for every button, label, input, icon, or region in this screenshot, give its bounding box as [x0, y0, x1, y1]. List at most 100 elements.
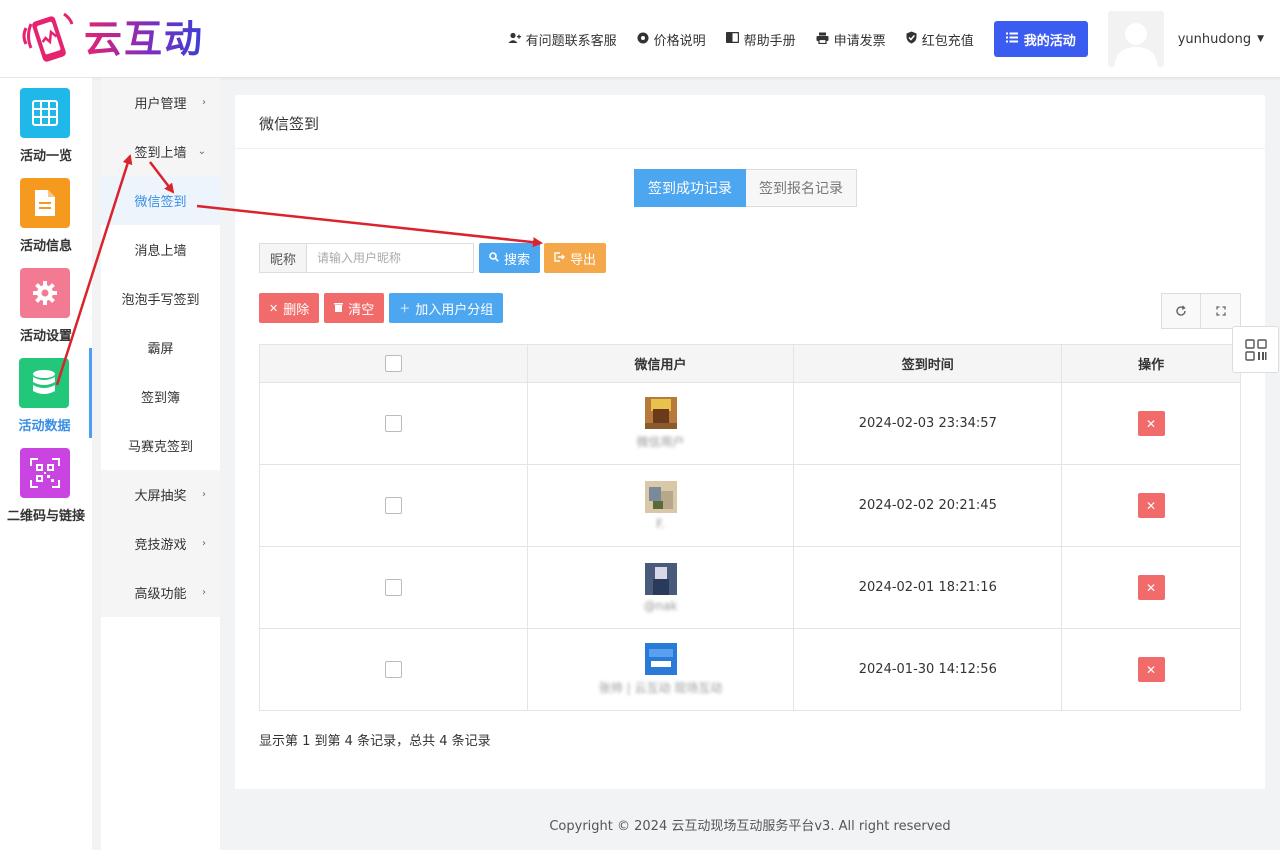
logo[interactable]: 云互动	[20, 10, 204, 68]
submenu-mosaic-signin[interactable]: 马赛克签到	[101, 421, 220, 470]
submenu-message-wall[interactable]: 消息上墙	[101, 225, 220, 274]
book-icon	[725, 31, 739, 46]
time-cell: 2024-02-03 23:34:57	[793, 382, 1063, 465]
user-nickname: @nak	[643, 598, 678, 613]
sidebar-item-activity-info[interactable]: 活动信息	[0, 168, 92, 258]
my-activity-button[interactable]: 我的活动	[993, 21, 1088, 57]
clear-button[interactable]: 清空	[324, 293, 385, 323]
refresh-button[interactable]	[1161, 293, 1201, 329]
action-cell: ✕	[1061, 546, 1241, 629]
list-icon	[1005, 32, 1018, 47]
username-label: yunhudong	[1177, 31, 1252, 47]
add-to-group-button[interactable]: ＋ 加入用户分组	[389, 293, 504, 323]
logo-text: 云互动	[84, 17, 205, 61]
table-header-row: 微信用户 签到时间 操作	[259, 344, 1241, 383]
action-cell: ✕	[1061, 628, 1241, 711]
submenu-label: 高级功能	[134, 587, 187, 602]
user-cell: @nak	[526, 546, 795, 629]
column-header: 微信用户	[526, 344, 795, 383]
table-toolbar: ✕ 删除 清空 ＋ 加入用户分组	[259, 293, 508, 323]
action-cell: ✕	[1061, 464, 1241, 547]
plus-icon: ＋	[399, 302, 411, 315]
sidebar-item-label: 活动一览	[19, 149, 72, 164]
row-checkbox[interactable]	[384, 497, 402, 514]
export-button[interactable]: 导出	[544, 243, 607, 273]
tab-signup-records[interactable]: 签到报名记录	[746, 169, 857, 207]
fullscreen-button[interactable]	[1201, 293, 1241, 329]
search-bar: 昵称 搜索 导出	[259, 243, 607, 273]
row-delete-button[interactable]: ✕	[1137, 411, 1165, 436]
avatar[interactable]	[1107, 11, 1164, 67]
sidebar-item-qrcode-links[interactable]: 二维码与链接	[0, 438, 92, 528]
submenu-label: 签到上墙	[134, 146, 187, 161]
nickname-input[interactable]	[307, 243, 475, 273]
time-cell: 2024-01-30 14:12:56	[793, 628, 1063, 711]
row-checkbox[interactable]	[384, 579, 402, 596]
trash-icon	[334, 302, 344, 315]
table-row: F. 2024-02-02 20:21:45 ✕	[259, 464, 1241, 547]
user-avatar	[644, 562, 677, 595]
submenu-games[interactable]: 竞技游戏 ›	[101, 519, 220, 568]
clear-button-label: 清空	[348, 302, 375, 318]
nav-contact-support[interactable]: 有问题联系客服	[508, 30, 617, 49]
user-nickname: F.	[656, 516, 665, 531]
nav-apply-invoice[interactable]: 申请发票	[816, 30, 886, 49]
delete-button[interactable]: ✕ 删除	[259, 293, 320, 323]
submenu-wechat-signin[interactable]: 微信签到	[101, 176, 220, 225]
row-checkbox[interactable]	[384, 415, 402, 432]
submenu-label: 签到簿	[140, 391, 180, 406]
search-button[interactable]: 搜索	[479, 243, 541, 273]
chevron-right-icon: ›	[202, 97, 206, 108]
submenu-lottery[interactable]: 大屏抽奖 ›	[101, 470, 220, 519]
sub-sidebar: 用户管理 › 签到上墙 ⌄ 微信签到 消息上墙 泡泡手写签到 霸屏 签到簿 马赛克签…	[101, 78, 220, 850]
sidebar-item-activity-settings[interactable]: 活动设置	[0, 258, 92, 348]
table-tools	[1161, 293, 1241, 329]
my-activity-label: 我的活动	[1023, 33, 1076, 49]
user-cell: 张帅 | 云互动 现场互动	[526, 628, 795, 711]
tab-signin-success[interactable]: 签到成功记录	[634, 169, 746, 207]
submenu-user-management[interactable]: 用户管理 ›	[101, 78, 220, 127]
sidebar-item-activity-data[interactable]: 活动数据	[0, 348, 92, 438]
nav-label: 申请发票	[833, 33, 886, 49]
table-row: @nak 2024-02-01 18:21:16 ✕	[259, 546, 1241, 629]
document-icon	[20, 178, 70, 228]
submenu-signin-wall[interactable]: 签到上墙 ⌄	[101, 127, 220, 176]
nav-pricing[interactable]: 价格说明	[637, 30, 706, 49]
sidebar-item-activity-overview[interactable]: 活动一览	[0, 78, 92, 168]
submenu-label: 竞技游戏	[134, 538, 187, 553]
row-delete-button[interactable]: ✕	[1137, 493, 1165, 518]
time-cell: 2024-02-02 20:21:45	[793, 464, 1063, 547]
column-header: 签到时间	[793, 344, 1063, 383]
submenu-label: 泡泡手写签到	[121, 293, 200, 308]
row-checkbox[interactable]	[384, 661, 402, 678]
floating-qrcode-button[interactable]	[1232, 326, 1279, 373]
user-menu[interactable]: yunhudong ▼	[1178, 32, 1264, 47]
sidebar-item-label: 活动信息	[19, 239, 72, 254]
user-nickname: 微信用户	[636, 435, 685, 449]
record-tabs: 签到成功记录 签到报名记录	[634, 169, 857, 207]
checkbox-cell	[259, 546, 528, 629]
submenu-advanced[interactable]: 高级功能 ›	[101, 568, 220, 617]
user-cell: 微信用户	[526, 382, 795, 465]
submenu-screen-takeover[interactable]: 霸屏	[101, 323, 220, 372]
main-sidebar: 活动一览 活动信息 活动设置 活动数据 二维码与链接	[0, 78, 92, 850]
sidebar-item-label: 活动设置	[19, 329, 72, 344]
chevron-down-icon: ⌄	[197, 146, 206, 157]
user-avatar	[644, 397, 677, 429]
table-row: 微信用户 2024-02-03 23:34:57 ✕	[259, 382, 1241, 465]
qrcode-icon	[20, 448, 70, 498]
row-delete-button[interactable]: ✕	[1137, 575, 1165, 600]
row-delete-button[interactable]: ✕	[1137, 657, 1165, 682]
search-icon	[489, 251, 499, 265]
select-all-checkbox[interactable]	[384, 355, 402, 372]
select-all-cell	[259, 344, 528, 383]
nav-red-packet-recharge[interactable]: 红包充值	[906, 30, 974, 49]
submenu-signin-book[interactable]: 签到簿	[101, 372, 220, 421]
submenu-bubble-handwriting[interactable]: 泡泡手写签到	[101, 274, 220, 323]
gear-icon	[637, 32, 649, 47]
table-row: 张帅 | 云互动 现场互动 2024-01-30 14:12:56 ✕	[259, 628, 1241, 711]
fullscreen-icon	[1215, 306, 1226, 316]
nav-help-manual[interactable]: 帮助手册	[725, 30, 796, 49]
user-avatar	[644, 643, 677, 675]
signin-table: 微信用户 签到时间 操作 微信用户 2024-02-03 23:34:57 ✕ …	[259, 344, 1241, 711]
